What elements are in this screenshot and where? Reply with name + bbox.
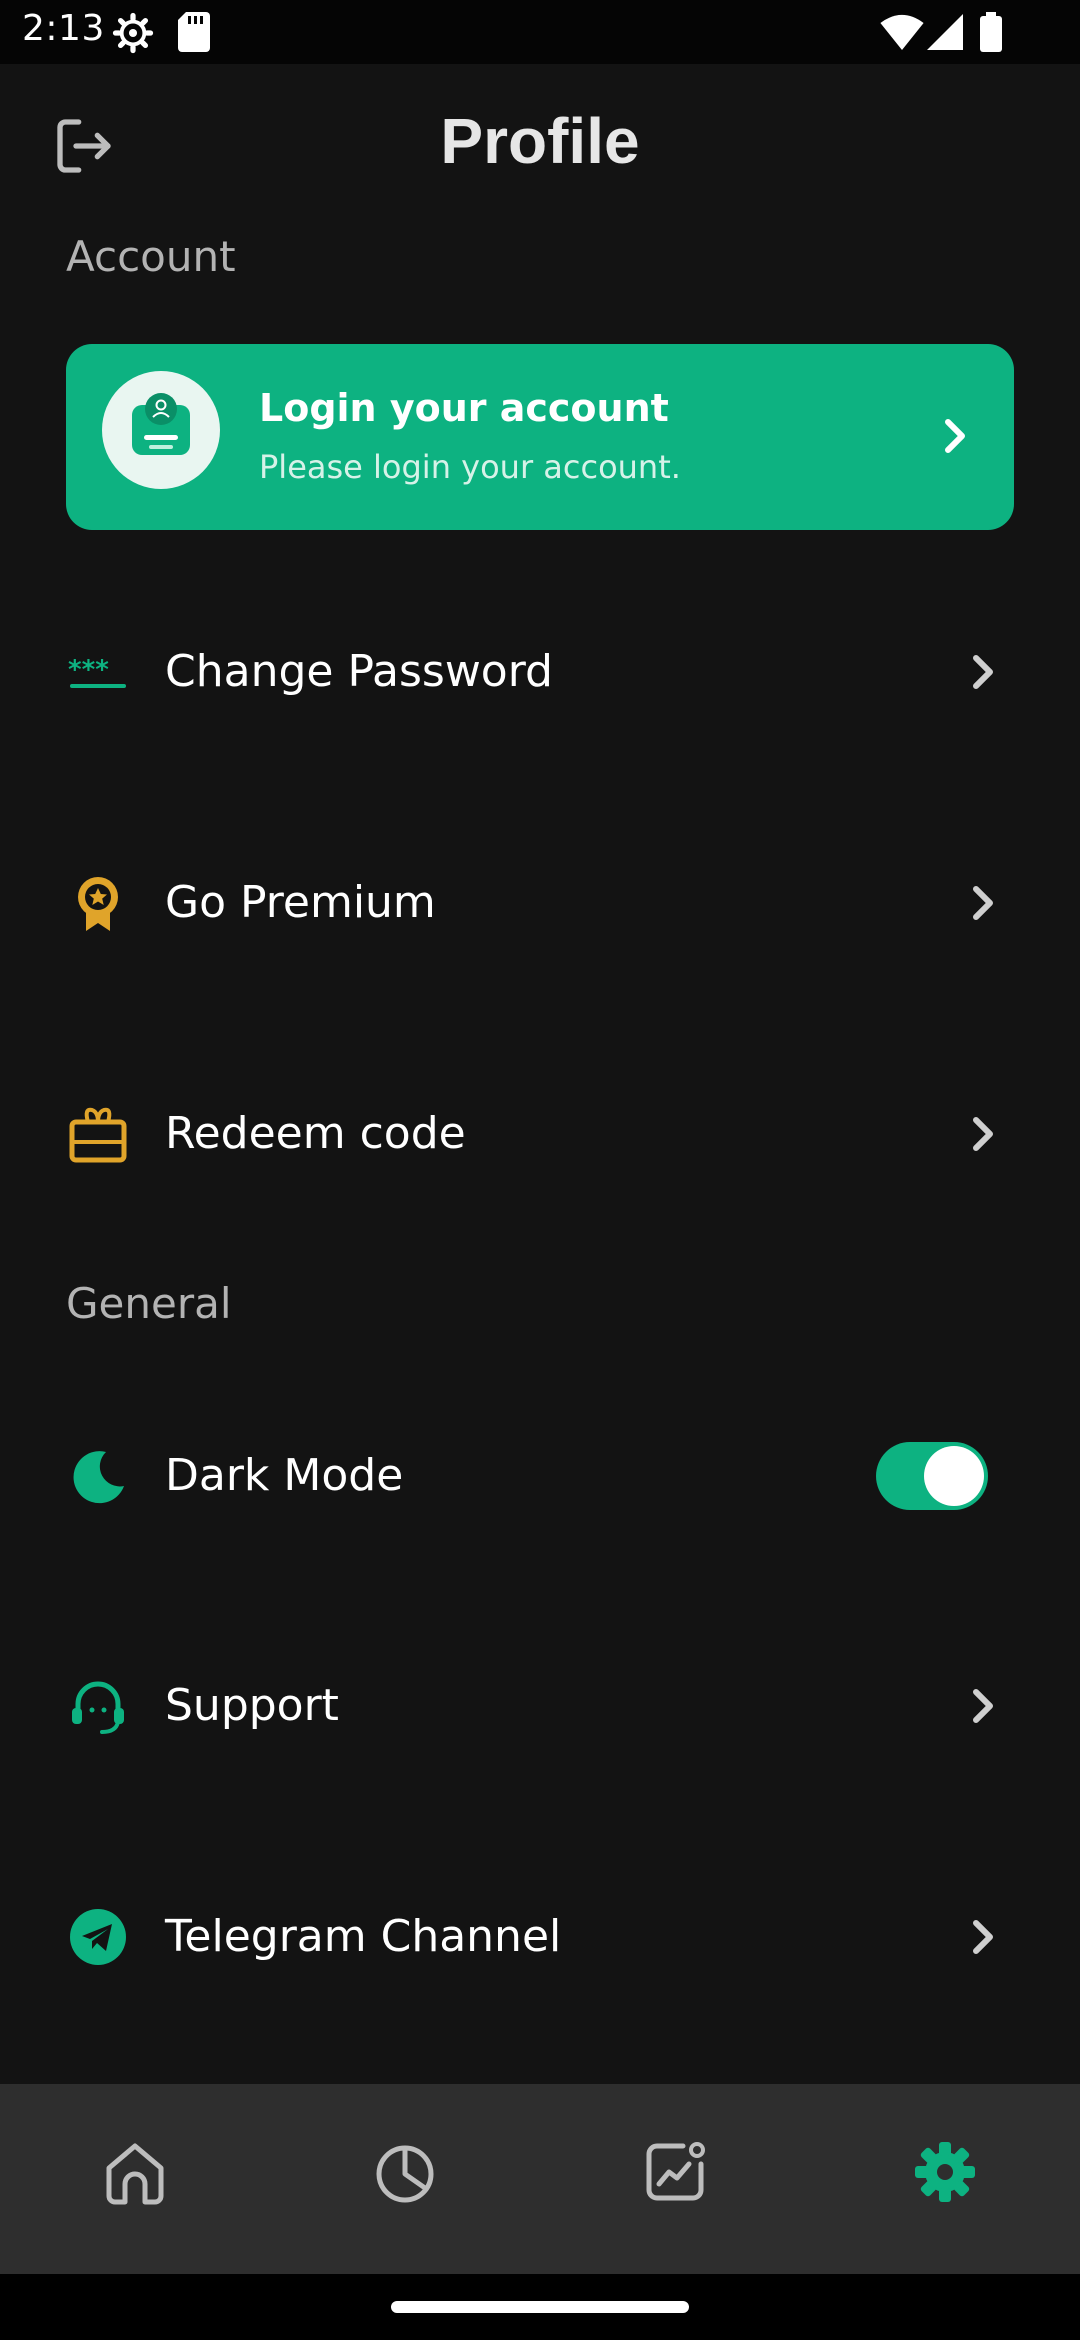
menu-label-support: Support	[165, 1680, 339, 1731]
section-label-account: Account	[66, 232, 236, 281]
sd-card-icon	[178, 12, 210, 52]
chevron-right-icon	[945, 419, 965, 453]
page-title: Profile	[440, 105, 640, 177]
premium-badge-icon	[78, 877, 118, 931]
home-icon[interactable]	[95, 2132, 175, 2212]
password-icon: ***	[68, 655, 126, 688]
chevron-right-icon	[973, 1920, 993, 1954]
login-title: Login your account	[259, 386, 669, 430]
menu-item-change-password[interactable]: *** Change Password	[0, 612, 1080, 732]
status-bar: 2:13	[0, 0, 1080, 64]
header: Profile	[0, 64, 1080, 224]
toggle-knob	[924, 1446, 984, 1506]
gesture-bar	[0, 2274, 1080, 2340]
svg-text:***: ***	[68, 655, 109, 685]
login-card[interactable]: Login your account Please login your acc…	[66, 344, 1014, 530]
telegram-icon	[70, 1909, 126, 1965]
gift-card-icon	[69, 1107, 127, 1163]
chevron-right-icon	[973, 655, 993, 689]
pie-chart-icon[interactable]	[365, 2132, 445, 2212]
menu-item-go-premium[interactable]: Go Premium	[0, 843, 1080, 963]
home-gesture-handle[interactable]	[391, 2301, 689, 2313]
menu-label-telegram-channel: Telegram Channel	[165, 1911, 562, 1962]
moon-icon	[73, 1451, 124, 1504]
menu-label-change-password: Change Password	[165, 646, 553, 697]
chevron-right-icon	[973, 886, 993, 920]
menu-label-go-premium: Go Premium	[165, 877, 436, 928]
menu-item-dark-mode: Dark Mode	[0, 1416, 1080, 1536]
login-avatar	[102, 371, 220, 489]
wifi-icon	[880, 14, 924, 50]
battery-icon	[980, 12, 1002, 52]
settings-status-icon	[112, 12, 154, 54]
dark-mode-toggle[interactable]	[876, 1442, 988, 1510]
headset-icon	[72, 1681, 124, 1734]
bottom-navigation	[0, 2084, 1080, 2274]
menu-item-telegram-channel[interactable]: Telegram Channel	[0, 1877, 1080, 1997]
analytics-icon[interactable]	[635, 2132, 715, 2212]
login-subtitle: Please login your account.	[259, 448, 681, 486]
menu-item-redeem-code[interactable]: Redeem code	[0, 1074, 1080, 1194]
menu-item-support[interactable]: Support	[0, 1646, 1080, 1766]
chevron-right-icon	[973, 1689, 993, 1723]
section-label-general: General	[66, 1279, 232, 1328]
status-time: 2:13	[22, 8, 105, 49]
menu-label-dark-mode: Dark Mode	[165, 1450, 404, 1501]
menu-label-redeem-code: Redeem code	[165, 1108, 466, 1159]
chevron-right-icon	[973, 1117, 993, 1151]
settings-icon[interactable]	[905, 2132, 985, 2212]
user-card-icon	[132, 393, 190, 455]
cellular-signal-icon	[927, 14, 963, 50]
